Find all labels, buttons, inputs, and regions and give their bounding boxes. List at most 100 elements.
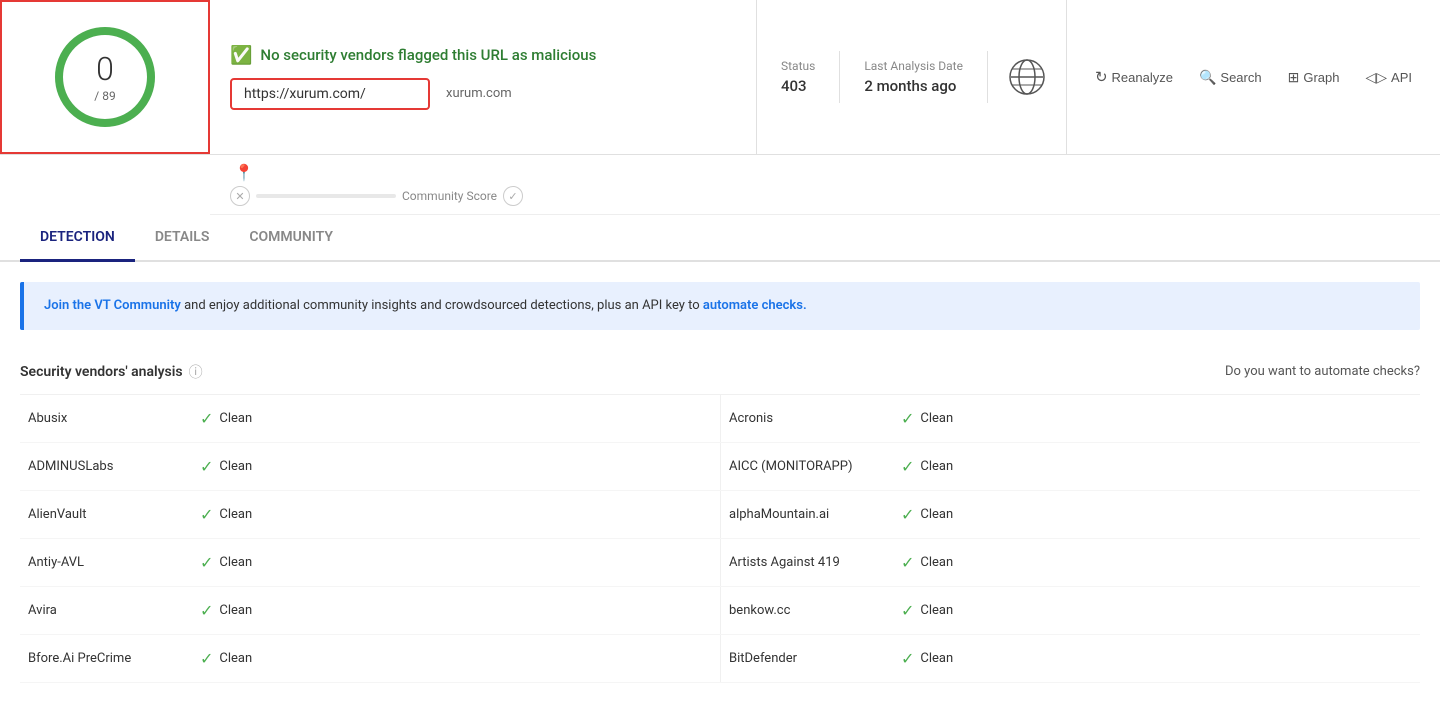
vendor-name-right: benkow.cc xyxy=(729,603,889,618)
analysis-value: 2 months ago xyxy=(864,77,963,95)
vendor-cell-left: Bfore.Ai PreCrime ✓ Clean xyxy=(20,635,720,682)
thumb-down-icon: ✕ xyxy=(230,186,250,206)
url-display[interactable]: https://xurum.com/ xyxy=(230,78,430,110)
vendor-status-right: ✓ Clean xyxy=(901,505,953,524)
vendor-name-left: Abusix xyxy=(28,411,188,426)
check-icon-right: ✓ xyxy=(901,457,914,476)
community-banner: Join the VT Community and enjoy addition… xyxy=(20,282,1420,330)
automate-text: Do you want to automate checks? xyxy=(1225,364,1420,379)
score-number: 0 xyxy=(94,50,115,88)
score-bar xyxy=(256,194,396,198)
vendor-status-label-left: Clean xyxy=(219,555,252,570)
vendor-name-left: Avira xyxy=(28,603,188,618)
vendor-status-left: ✓ Clean xyxy=(200,457,252,476)
vendor-cell-right: benkow.cc ✓ Clean xyxy=(720,587,1420,634)
vendor-row: AlienVault ✓ Clean alphaMountain.ai ✓ Cl… xyxy=(20,491,1420,539)
status-item: Status 403 xyxy=(757,51,840,103)
vendor-cell-left: ADMINUSLabs ✓ Clean xyxy=(20,443,720,490)
search-icon: 🔍 xyxy=(1199,69,1216,86)
vendor-name-right: alphaMountain.ai xyxy=(729,507,889,522)
check-icon-right: ✓ xyxy=(901,553,914,572)
banner-text-1: and enjoy additional community insights … xyxy=(184,298,703,313)
tab-detection[interactable]: DETECTION xyxy=(20,215,135,262)
score-circle: 0 / 89 xyxy=(50,22,160,132)
vendor-cell-left: Antiy-AVL ✓ Clean xyxy=(20,539,720,586)
globe-icon xyxy=(1008,58,1046,96)
reanalyze-icon: ↻ xyxy=(1095,68,1108,86)
check-icon-right: ✓ xyxy=(901,505,914,524)
main-container: 0 / 89 ✅ No security vendors flagged thi… xyxy=(0,0,1440,721)
vendor-row: Antiy-AVL ✓ Clean Artists Against 419 ✓ … xyxy=(20,539,1420,587)
vendor-status-left: ✓ Clean xyxy=(200,649,252,668)
community-score-row: ✕ Community Score ✓ xyxy=(230,186,523,214)
graph-icon: ⊞ xyxy=(1288,69,1300,86)
vendor-status-right: ✓ Clean xyxy=(901,409,953,428)
vendor-status-label-left: Clean xyxy=(219,603,252,618)
vendor-table: Abusix ✓ Clean Acronis ✓ Clean ADMINUSLa… xyxy=(20,395,1420,683)
vendor-name-right: Artists Against 419 xyxy=(729,555,889,570)
check-icon-left: ✓ xyxy=(200,505,213,524)
automate-link[interactable]: automate checks. xyxy=(703,298,807,313)
check-icon-left: ✓ xyxy=(200,409,213,428)
vendor-cell-left: AlienVault ✓ Clean xyxy=(20,491,720,538)
location-marker: 📍 xyxy=(234,163,254,182)
vendor-status-right: ✓ Clean xyxy=(901,601,953,620)
status-label: Status xyxy=(781,59,815,73)
vendor-status-right: ✓ Clean xyxy=(901,649,953,668)
safe-text: No security vendors flagged this URL as … xyxy=(260,46,596,64)
vendor-cell-right: Acronis ✓ Clean xyxy=(720,395,1420,442)
api-label: API xyxy=(1391,70,1412,85)
thumb-up-icon: ✓ xyxy=(503,186,523,206)
vendor-cell-right: Artists Against 419 ✓ Clean xyxy=(720,539,1420,586)
location-pin-icon: 📍 xyxy=(234,163,254,182)
community-score-section: 📍 ✕ Community Score ✓ xyxy=(230,163,1420,214)
url-row: https://xurum.com/ xurum.com xyxy=(230,78,736,110)
info-icon[interactable]: ⓘ xyxy=(189,362,203,382)
check-icon-left: ✓ xyxy=(200,601,213,620)
graph-label: Graph xyxy=(1303,70,1339,85)
globe-icon-area[interactable] xyxy=(988,50,1066,104)
vendor-name-left: Antiy-AVL xyxy=(28,555,188,570)
reanalyze-button[interactable]: ↻ Reanalyze xyxy=(1083,60,1185,94)
graph-button[interactable]: ⊞ Graph xyxy=(1276,61,1352,94)
vendor-row: Abusix ✓ Clean Acronis ✓ Clean xyxy=(20,395,1420,443)
score-box: 0 / 89 xyxy=(0,0,210,154)
vendor-status-label-right: Clean xyxy=(920,411,953,426)
status-value: 403 xyxy=(781,77,815,95)
join-vt-link[interactable]: Join the VT Community xyxy=(44,298,181,313)
search-button[interactable]: 🔍 Search xyxy=(1187,61,1274,94)
tab-details[interactable]: DETAILS xyxy=(135,215,230,262)
analysis-date-item: Last Analysis Date 2 months ago xyxy=(840,51,988,103)
vendor-status-left: ✓ Clean xyxy=(200,505,252,524)
check-icon-left: ✓ xyxy=(200,649,213,668)
vendor-status-label-left: Clean xyxy=(219,411,252,426)
api-button[interactable]: ◁▷ API xyxy=(1353,61,1424,94)
community-row: 📍 ✕ Community Score ✓ xyxy=(210,155,1440,215)
check-icon-left: ✓ xyxy=(200,457,213,476)
check-icon-left: ✓ xyxy=(200,553,213,572)
check-icon-right: ✓ xyxy=(901,649,914,668)
vendor-row: ADMINUSLabs ✓ Clean AICC (MONITORAPP) ✓ … xyxy=(20,443,1420,491)
check-icon-right: ✓ xyxy=(901,409,914,428)
vendor-cell-left: Avira ✓ Clean xyxy=(20,587,720,634)
vendor-cell-right: BitDefender ✓ Clean xyxy=(720,635,1420,682)
vendor-status-right: ✓ Clean xyxy=(901,457,953,476)
reanalyze-label: Reanalyze xyxy=(1112,70,1173,85)
vendor-cell-right: alphaMountain.ai ✓ Clean xyxy=(720,491,1420,538)
vendor-name-left: Bfore.Ai PreCrime xyxy=(28,651,188,666)
community-score-label: Community Score xyxy=(402,189,497,203)
status-section: Status 403 Last Analysis Date 2 months a… xyxy=(756,0,1066,154)
vendor-row: Bfore.Ai PreCrime ✓ Clean BitDefender ✓ … xyxy=(20,635,1420,683)
vendor-row: Avira ✓ Clean benkow.cc ✓ Clean xyxy=(20,587,1420,635)
action-buttons: ↻ Reanalyze 🔍 Search ⊞ Graph ◁▷ API xyxy=(1066,0,1440,154)
header-content: ✅ No security vendors flagged this URL a… xyxy=(210,0,756,154)
section-title-row: Security vendors' analysis ⓘ xyxy=(20,362,203,382)
section-title: Security vendors' analysis xyxy=(20,364,183,380)
tabs-bar: DETECTION DETAILS COMMUNITY xyxy=(0,215,1440,262)
vendor-status-left: ✓ Clean xyxy=(200,553,252,572)
vendor-name-right: Acronis xyxy=(729,411,889,426)
vendor-status-label-right: Clean xyxy=(920,459,953,474)
domain-text: xurum.com xyxy=(446,86,512,101)
vendor-status-label-right: Clean xyxy=(920,555,953,570)
tab-community[interactable]: COMMUNITY xyxy=(229,215,353,262)
